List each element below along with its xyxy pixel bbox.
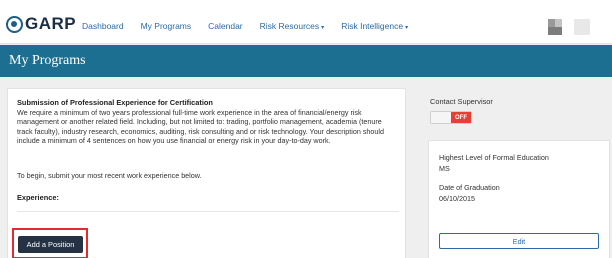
divider <box>17 211 399 212</box>
nav-label: Calendar <box>208 21 243 31</box>
user-name-blurred <box>574 19 590 35</box>
add-position-button[interactable]: Add a Position <box>18 236 83 253</box>
nav-risk-resources[interactable]: Risk Resources ▾ <box>260 21 325 31</box>
chevron-down-icon: ▾ <box>405 25 409 31</box>
nav-label: Risk Resources <box>259 21 320 31</box>
nav-dashboard[interactable]: Dashboard <box>82 21 124 31</box>
edit-button[interactable]: Edit <box>439 233 599 249</box>
page-header-band: My Programs <box>0 45 612 77</box>
avatar-pixel <box>548 27 562 35</box>
experience-label: Experience: <box>17 193 59 202</box>
top-navigation: GARP Dashboard My Programs Calendar Risk… <box>0 0 612 44</box>
contact-supervisor-label: Contact Supervisor <box>430 97 493 106</box>
nav-label: Risk Intelligence <box>341 21 404 31</box>
garp-logo[interactable]: GARP <box>6 14 77 33</box>
education-label: Highest Level of Formal Education <box>439 153 549 162</box>
nav-label: Dashboard <box>82 21 124 31</box>
avatar-pixel <box>548 19 555 27</box>
avatar-pixel <box>555 19 562 27</box>
toggle-knob <box>431 112 451 123</box>
nav-risk-intelligence[interactable]: Risk Intelligence ▾ <box>341 21 408 31</box>
graduation-value: 06/10/2015 <box>439 194 475 203</box>
experience-heading: Submission of Professional Experience fo… <box>17 98 213 107</box>
graduation-label: Date of Graduation <box>439 183 500 192</box>
page-title: My Programs <box>9 53 86 68</box>
nav-my-programs[interactable]: My Programs <box>141 21 192 31</box>
begin-instruction: To begin, submit your most recent work e… <box>17 171 202 180</box>
user-avatar[interactable] <box>548 19 598 35</box>
main-nav: Dashboard My Programs Calendar Risk Reso… <box>82 21 425 31</box>
education-value: MS <box>439 164 450 173</box>
education-card: Highest Level of Formal Education MS Dat… <box>428 140 610 258</box>
experience-description: We require a minimum of two years profes… <box>17 108 385 145</box>
nav-label: My Programs <box>140 21 192 31</box>
nav-calendar[interactable]: Calendar <box>208 21 243 31</box>
toggle-state: OFF <box>451 112 471 123</box>
garp-logo-icon <box>6 15 23 33</box>
experience-card: Submission of Professional Experience fo… <box>7 88 406 258</box>
logo-text: GARP <box>25 14 77 33</box>
contact-supervisor-toggle[interactable]: OFF <box>430 111 472 124</box>
chevron-down-icon: ▾ <box>321 25 325 31</box>
